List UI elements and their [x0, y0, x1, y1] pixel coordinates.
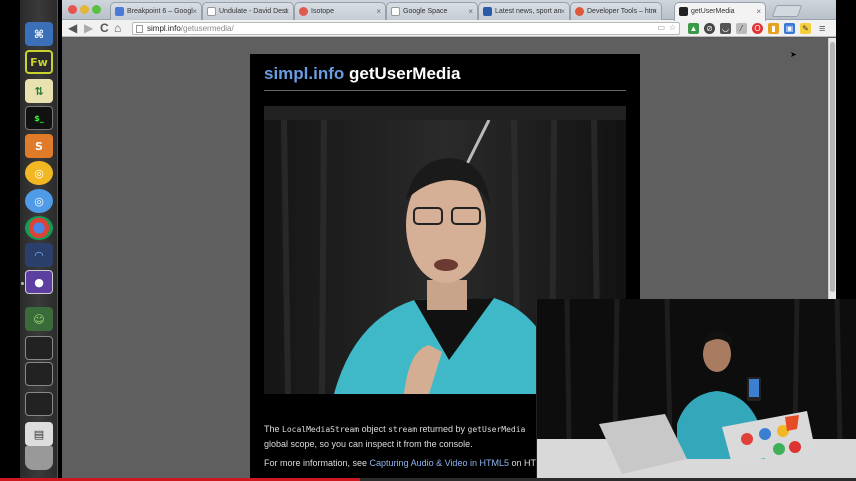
- home-button[interactable]: ⌂: [114, 21, 121, 35]
- video-frame-root: ⌘ Fw ⇅ $_ S ◎ ◎ ◠ ● ☺ ▤ Breakpoint 6 – G…: [0, 0, 856, 481]
- chrome-canary-icon[interactable]: ◎: [25, 161, 53, 185]
- tab-close-icon[interactable]: ×: [560, 7, 565, 16]
- html5-rocks-link[interactable]: Capturing Audio & Video in HTML5: [370, 458, 509, 468]
- tab-close-icon[interactable]: ×: [468, 7, 473, 16]
- tab-strip: Breakpoint 6 – Googl × Undulate - David …: [62, 0, 836, 21]
- tab-isotope[interactable]: Isotope ×: [294, 2, 386, 20]
- site-brand-link[interactable]: simpl.info: [264, 64, 344, 83]
- sublime-label: S: [35, 139, 43, 153]
- chromium-icon[interactable]: ◎: [25, 189, 53, 213]
- close-window-button[interactable]: [68, 5, 77, 14]
- tab-favicon-icon: [391, 7, 400, 16]
- desc-text: object: [359, 424, 389, 434]
- brush-extension-icon[interactable]: ✎: [800, 23, 811, 34]
- page-title-text: getUserMedia: [344, 64, 461, 83]
- desc-text: For more information, see: [264, 458, 370, 468]
- scrollbar-thumb[interactable]: [830, 42, 835, 292]
- eyedropper-extension-icon[interactable]: ⁄: [736, 23, 747, 34]
- feed-extension-icon[interactable]: ▮: [768, 23, 779, 34]
- tab-label: Breakpoint 6 – Googl: [127, 8, 193, 15]
- android-icon[interactable]: ☺: [25, 307, 53, 331]
- tab-close-icon[interactable]: ×: [376, 7, 381, 16]
- back-button[interactable]: ◀: [68, 21, 77, 35]
- transfer-icon[interactable]: ⇅: [25, 79, 53, 103]
- tab-close-icon[interactable]: ×: [756, 7, 761, 16]
- code-stream: stream: [388, 425, 418, 434]
- address-bar[interactable]: simpl.info/getusermedia/ ▭ ☆: [132, 22, 680, 35]
- drive-extension-icon[interactable]: ▲: [688, 23, 699, 34]
- terminal-icon[interactable]: $_: [25, 106, 53, 130]
- tab-favicon-icon: [575, 7, 584, 16]
- fireworks-label: Fw: [30, 55, 48, 69]
- browser-toolbar: ◀ ▶ C ⌂ simpl.info/getusermedia/ ▭ ☆ ▲ ⊘…: [62, 20, 836, 37]
- opera-extension-icon[interactable]: O: [752, 23, 763, 34]
- mac-dock: ⌘ Fw ⇅ $_ S ◎ ◎ ◠ ● ☺ ▤: [20, 0, 58, 481]
- desc-line-1: The LocalMediaStream object stream retur…: [264, 422, 544, 437]
- menu-button[interactable]: ≡: [819, 22, 825, 36]
- tab-favicon-icon: [115, 7, 124, 16]
- tab-label: Undulate - David Dest: [219, 8, 288, 15]
- minimize-window-button[interactable]: [80, 5, 89, 14]
- presenter-camera-image: [537, 299, 856, 481]
- finder-icon[interactable]: ⌘: [25, 22, 53, 46]
- title-divider: [264, 90, 626, 91]
- new-tab-button[interactable]: [771, 5, 803, 17]
- forward-button[interactable]: ▶: [84, 21, 93, 35]
- tab-close-icon[interactable]: ×: [284, 7, 289, 16]
- screenflow-icon[interactable]: ●: [25, 270, 53, 294]
- terminal-label: $_: [34, 113, 44, 123]
- desc-line-3: For more information, see Capturing Audi…: [264, 456, 544, 471]
- tab-favicon-icon: [483, 7, 492, 16]
- tab-label: Isotope: [311, 8, 334, 15]
- desc-text: The: [264, 424, 283, 434]
- reload-button[interactable]: C: [100, 21, 109, 35]
- wifi-icon[interactable]: ◠: [25, 243, 53, 267]
- tab-close-icon[interactable]: ×: [652, 7, 657, 16]
- sublime-icon[interactable]: S: [25, 134, 53, 158]
- tab-favicon-icon: [207, 7, 216, 16]
- mouse-cursor-icon: ➤: [790, 50, 797, 59]
- presenter-camera-overlay: [536, 299, 856, 481]
- code-getusermedia: getUserMedia: [467, 425, 526, 434]
- tab-getusermedia[interactable]: getUserMedia ×: [674, 2, 766, 21]
- page-description: The LocalMediaStream object stream retur…: [264, 422, 544, 471]
- url-path: /getusermedia/: [180, 24, 234, 33]
- window-thumb-1[interactable]: [25, 336, 53, 360]
- adblock-extension-icon[interactable]: ⊘: [704, 23, 715, 34]
- url-host: simpl.info: [147, 24, 181, 33]
- tab-favicon-icon: [299, 7, 308, 16]
- video-top-bar: [264, 106, 626, 120]
- tab-label: Developer Tools – htm: [587, 8, 657, 15]
- tab-close-icon[interactable]: ×: [192, 7, 197, 16]
- tab-developer-tools[interactable]: Developer Tools – htm ×: [570, 2, 662, 20]
- tab-latest-news[interactable]: Latest news, sport an ×: [478, 2, 570, 20]
- window-thumb-3[interactable]: [25, 392, 53, 416]
- tab-undulate[interactable]: Undulate - David Dest ×: [202, 2, 294, 20]
- page-icon: [136, 25, 143, 33]
- pocket-extension-icon[interactable]: ◡: [720, 23, 731, 34]
- fireworks-icon[interactable]: Fw: [25, 50, 53, 74]
- desc-line-2: global scope, so you can inspect it from…: [264, 439, 473, 449]
- window-thumb-2[interactable]: [25, 362, 53, 386]
- tab-favicon-icon: [679, 7, 688, 16]
- desc-text: returned by: [417, 424, 468, 434]
- bookmark-star-icon[interactable]: ☆: [669, 23, 676, 32]
- tab-label: Latest news, sport an: [495, 8, 562, 15]
- running-indicator: [21, 282, 24, 285]
- desc-text: on HT: [508, 458, 536, 468]
- chrome-icon[interactable]: [25, 216, 53, 240]
- window-extension-icon[interactable]: ▣: [784, 23, 795, 34]
- documents-icon[interactable]: ▤: [25, 422, 53, 446]
- code-localmediastream: LocalMediaStream: [282, 425, 360, 434]
- zoom-window-button[interactable]: [92, 5, 101, 14]
- tab-label: Google Space: [403, 8, 448, 15]
- tab-google-space[interactable]: Google Space ×: [386, 2, 478, 20]
- tab-breakpoint[interactable]: Breakpoint 6 – Googl ×: [110, 2, 202, 20]
- tab-label: getUserMedia: [691, 8, 735, 15]
- page-title: simpl.info getUserMedia: [264, 64, 460, 84]
- trash-icon[interactable]: [25, 446, 53, 470]
- page-action-icon[interactable]: ▭: [657, 23, 665, 32]
